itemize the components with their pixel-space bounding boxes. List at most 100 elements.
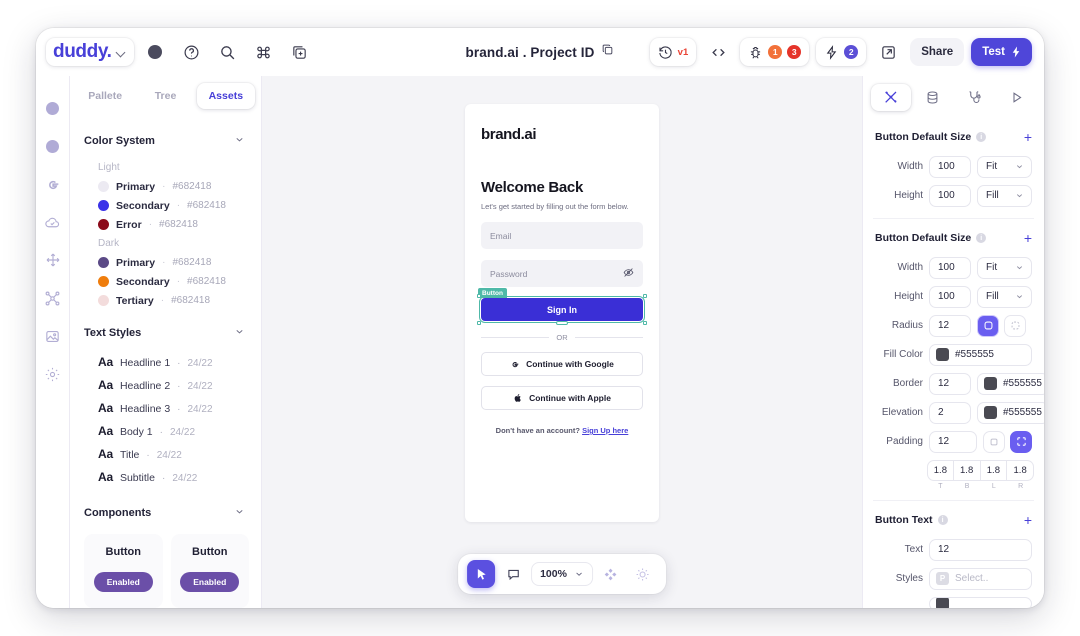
code-view-button[interactable] — [703, 37, 733, 67]
color-row[interactable]: Primary · #682418 — [70, 253, 261, 272]
rail-item-image[interactable] — [43, 326, 63, 346]
width-input[interactable]: 100 — [929, 155, 971, 178]
sign-in-button[interactable]: Sign In — [477, 294, 647, 325]
continue-with-google-button[interactable]: Continue with Google — [481, 352, 643, 376]
color-row[interactable]: Secondary · #682418 — [70, 272, 261, 291]
color-row[interactable]: Error · #682418 — [70, 215, 261, 234]
elevation-input[interactable]: 2 — [929, 401, 971, 424]
rail-item-google[interactable] — [43, 174, 63, 194]
email-field[interactable]: Email — [481, 222, 643, 249]
record-dot-button[interactable] — [140, 37, 170, 67]
command-button[interactable] — [248, 37, 278, 67]
test-button[interactable]: Test — [971, 38, 1032, 66]
components-header[interactable]: Components — [70, 488, 261, 530]
color-row[interactable]: Primary · #682418 — [70, 177, 261, 196]
theme-toggle-button[interactable] — [629, 560, 657, 588]
border-color-swatch[interactable] — [984, 377, 997, 390]
text-size-input[interactable]: 12 — [929, 538, 1032, 561]
radius-input[interactable]: 12 — [929, 314, 971, 337]
design-canvas[interactable]: brand.ai Welcome Back Let's get started … — [262, 76, 862, 608]
width-input[interactable]: 100 — [929, 256, 971, 279]
text-style-row[interactable]: Aa Headline 1 · 24/22 — [70, 350, 261, 373]
color-system-header[interactable]: Color System — [70, 122, 261, 158]
resize-handle-top-left[interactable] — [477, 294, 481, 298]
info-icon[interactable]: i — [937, 515, 948, 525]
rail-item-nodes[interactable] — [43, 288, 63, 308]
radius-uniform-toggle[interactable] — [977, 314, 999, 337]
color-row[interactable]: Secondary · #682418 — [70, 196, 261, 215]
info-icon[interactable]: i — [976, 132, 987, 142]
rail-item-move[interactable] — [43, 250, 63, 270]
height-mode-select[interactable]: Fill — [977, 184, 1032, 207]
padding-individual-toggle[interactable] — [1010, 430, 1032, 453]
tab-design[interactable] — [871, 83, 911, 111]
add-property-button[interactable]: + — [1024, 513, 1032, 527]
add-property-button[interactable]: + — [1024, 231, 1032, 245]
version-history-button[interactable]: v1 — [649, 38, 697, 66]
padding-left-input[interactable]: 1.8 — [980, 460, 1008, 481]
artboard-login-screen[interactable]: brand.ai Welcome Back Let's get started … — [465, 104, 659, 522]
tab-tree[interactable]: Tree — [136, 83, 194, 109]
padding-bottom-input[interactable]: 1.8 — [953, 460, 981, 481]
border-width-input[interactable]: 12 — [929, 372, 971, 395]
info-icon[interactable]: i — [976, 233, 987, 243]
elevation-color-input[interactable]: #555555 — [977, 401, 1044, 424]
add-frame-button[interactable] — [284, 37, 314, 67]
resize-handle-bottom-left[interactable] — [477, 321, 481, 325]
rail-item-settings[interactable] — [43, 364, 63, 384]
width-mode-select[interactable]: Fit — [977, 155, 1032, 178]
height-input[interactable]: 100 — [929, 184, 971, 207]
width-mode-select[interactable]: Fit — [977, 256, 1032, 279]
copy-icon[interactable] — [601, 43, 614, 61]
text-style-row[interactable]: Aa Headline 3 · 24/22 — [70, 396, 261, 419]
padding-top-input[interactable]: 1.8 — [927, 460, 954, 481]
eye-off-icon[interactable] — [623, 267, 634, 280]
comment-tool-button[interactable] — [499, 560, 527, 588]
next-color-input[interactable] — [929, 596, 1032, 608]
component-card[interactable]: Button Enabled — [170, 534, 249, 608]
fill-color-swatch[interactable] — [936, 348, 949, 361]
text-style-row[interactable]: Aa Title · 24/22 — [70, 442, 261, 465]
text-style-row[interactable]: Aa Body 1 · 24/22 — [70, 419, 261, 442]
padding-input[interactable]: 12 — [929, 430, 977, 453]
radius-individual-toggle[interactable] — [1004, 314, 1026, 337]
tab-assets[interactable]: Assets — [196, 83, 255, 109]
tab-preview[interactable] — [996, 84, 1036, 111]
padding-uniform-toggle[interactable] — [983, 430, 1005, 453]
share-button[interactable]: Share — [910, 38, 965, 66]
continue-with-apple-button[interactable]: Continue with Apple — [481, 386, 643, 410]
zoom-control[interactable]: 100% — [531, 562, 593, 586]
signup-link[interactable]: Sign Up here — [582, 426, 628, 435]
issues-button[interactable]: 1 3 — [740, 38, 810, 66]
fill-color-input[interactable]: #555555 — [929, 343, 1032, 366]
resize-handle-bottom-right[interactable] — [643, 321, 647, 325]
tab-inspect[interactable] — [955, 84, 995, 111]
next-color-swatch[interactable] — [936, 597, 949, 608]
component-card[interactable]: Button Enabled — [84, 534, 163, 608]
tab-pallete[interactable]: Pallete — [76, 83, 134, 109]
rail-item-circle-2[interactable] — [43, 136, 63, 156]
height-input[interactable]: 100 — [929, 285, 971, 308]
resize-handle-bottom-center[interactable] — [556, 321, 568, 325]
select-tool-button[interactable] — [467, 560, 496, 588]
actions-button[interactable]: 2 — [816, 38, 867, 66]
tab-data[interactable] — [913, 84, 953, 111]
text-style-row[interactable]: Aa Headline 2 · 24/22 — [70, 373, 261, 396]
brand-menu-button[interactable]: duddy. — [46, 38, 135, 66]
styles-select[interactable]: P Select.. — [929, 567, 1032, 590]
elevation-color-swatch[interactable] — [984, 406, 997, 419]
padding-right-input[interactable]: 1.8 — [1007, 460, 1034, 481]
resize-handle-top-right[interactable] — [643, 294, 647, 298]
add-property-button[interactable]: + — [1024, 130, 1032, 144]
rail-item-cloud-check[interactable] — [43, 212, 63, 232]
components-tool-button[interactable] — [597, 560, 625, 588]
password-field[interactable]: Password — [481, 260, 643, 287]
open-external-button[interactable] — [873, 37, 903, 67]
search-button[interactable] — [212, 37, 242, 67]
color-row[interactable]: Tertiary · #682418 — [70, 291, 261, 310]
height-mode-select[interactable]: Fill — [977, 285, 1032, 308]
text-styles-header[interactable]: Text Styles — [70, 310, 261, 350]
rail-item-circle-1[interactable] — [43, 98, 63, 118]
help-button[interactable] — [176, 37, 206, 67]
text-style-row[interactable]: Aa Subtitle · 24/22 — [70, 465, 261, 488]
